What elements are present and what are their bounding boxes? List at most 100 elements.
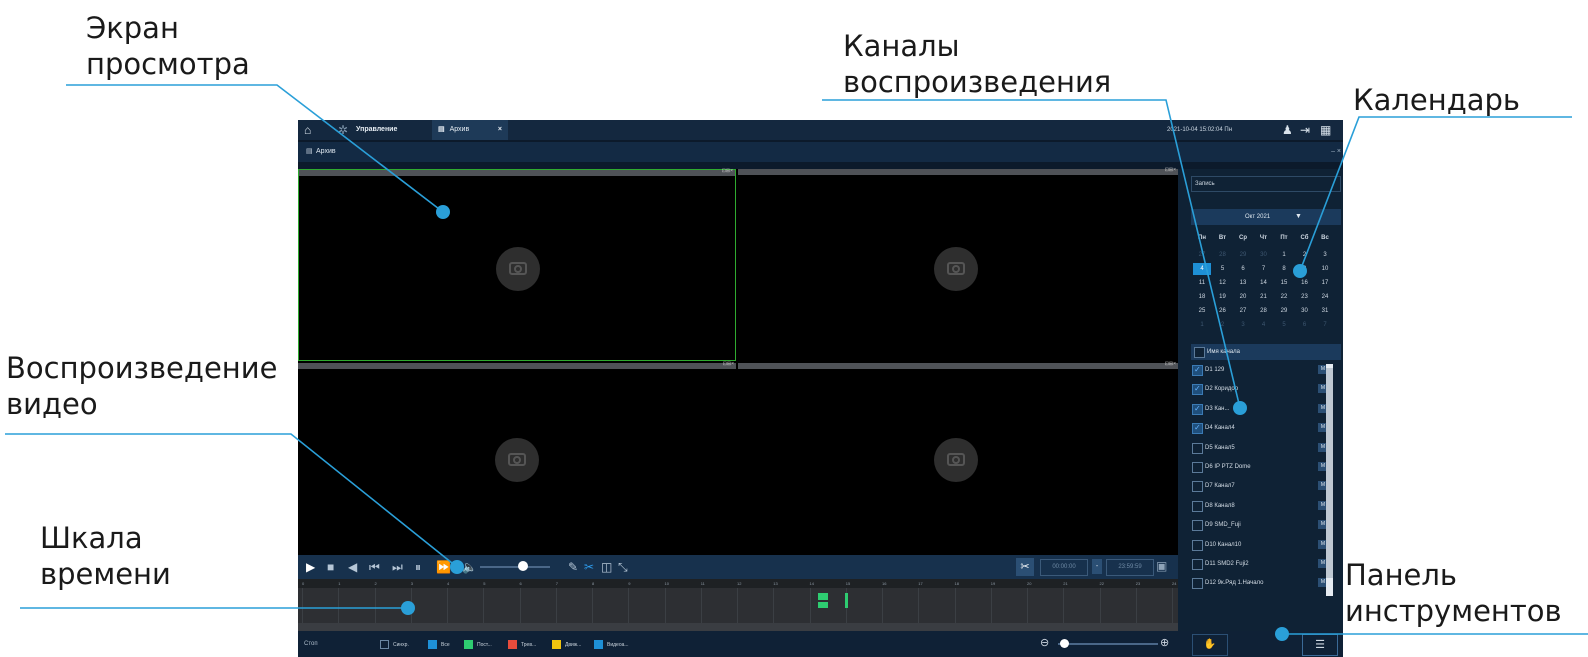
pin-icon[interactable]: ✎ — [568, 559, 578, 575]
channel-checkbox[interactable] — [1192, 520, 1203, 532]
calendar-day[interactable]: 21 — [1255, 291, 1273, 303]
reverse-icon[interactable]: ◀ — [348, 559, 357, 575]
channel-row[interactable]: D7 Канал7 M — [1192, 477, 1342, 495]
calendar-day[interactable]: 20 — [1234, 291, 1252, 303]
view-pane-1[interactable]: ⊡⊞× — [298, 168, 736, 361]
calendar-day[interactable]: 16 — [1296, 277, 1314, 289]
zoom-out-icon[interactable]: ⊖ — [1040, 636, 1049, 649]
view-pane-4[interactable]: ⊡⊞× — [738, 361, 1178, 555]
channel-checkbox[interactable] — [1192, 462, 1203, 473]
scissors-icon[interactable]: ✂ — [1016, 558, 1034, 576]
zoom-knob[interactable] — [1060, 639, 1069, 648]
calendar-day[interactable]: 22 — [1275, 291, 1293, 303]
legend-analytics[interactable]: Видеоа... — [594, 639, 629, 651]
calendar-day[interactable]: 12 — [1214, 277, 1232, 289]
channel-row[interactable]: ✓ D2 Коридор M — [1192, 380, 1342, 398]
calendar-day[interactable]: 9 — [1296, 263, 1314, 275]
legend-alarm[interactable]: Трев... — [508, 639, 536, 651]
calendar-day[interactable]: 30 — [1255, 249, 1273, 261]
volume-icon[interactable]: 🔈 — [462, 559, 477, 575]
record-type-select[interactable]: Запись — [1191, 176, 1341, 192]
channel-row[interactable]: D12 9к.Ряд 1.Начало M — [1192, 574, 1342, 592]
channel-checkbox[interactable] — [1192, 578, 1203, 590]
calendar-day[interactable]: 29 — [1275, 305, 1293, 317]
chevron-down-icon[interactable]: ▼ — [1295, 209, 1302, 225]
calendar-day[interactable]: 28 — [1255, 305, 1273, 317]
tag-icon[interactable]: ✋ — [1192, 634, 1228, 656]
calendar-day[interactable]: 8 — [1275, 263, 1293, 275]
calendar-day[interactable]: 13 — [1234, 277, 1252, 289]
select-all-checkbox[interactable] — [1194, 347, 1205, 358]
legend-constant[interactable]: Пост... — [464, 639, 492, 651]
pane-tools[interactable]: ⊡⊞× — [723, 361, 734, 367]
tab-close-icon[interactable]: × — [498, 120, 502, 140]
scrollbar-thumb[interactable] — [1326, 368, 1333, 578]
calendar-day[interactable]: 18 — [1193, 291, 1211, 303]
zoom-slider[interactable] — [1058, 639, 1158, 648]
calendar-day[interactable]: 3 — [1234, 319, 1252, 331]
logout-icon[interactable]: ⇥ — [1300, 123, 1310, 137]
calendar-day[interactable]: 7 — [1255, 263, 1273, 275]
view-pane-2[interactable]: ⊡⊞× — [738, 167, 1178, 361]
calendar-day[interactable]: 27 — [1234, 305, 1252, 317]
user-icon[interactable]: ♟ — [1282, 123, 1293, 137]
calendar-day[interactable]: 2 — [1214, 319, 1232, 331]
calendar-day[interactable]: 25 — [1193, 305, 1211, 317]
calendar-day[interactable]: 29 — [1234, 249, 1252, 261]
legend-all[interactable]: Все — [428, 639, 450, 651]
calendar-day[interactable]: 2 — [1296, 249, 1314, 261]
qr-icon[interactable]: ▦ — [1320, 123, 1331, 137]
channel-row[interactable]: ✓ D1 129 M — [1192, 361, 1342, 379]
channel-checkbox[interactable]: ✓ — [1192, 384, 1203, 396]
next-icon[interactable]: ⏭ — [392, 559, 403, 575]
calendar-day[interactable]: 11 — [1193, 277, 1211, 289]
channel-checkbox[interactable] — [1192, 500, 1203, 512]
channel-checkbox[interactable] — [1192, 539, 1203, 551]
calendar-day[interactable]: 5 — [1214, 263, 1232, 275]
prev-icon[interactable]: ⏮ — [369, 559, 380, 575]
channel-checkbox[interactable]: ✓ — [1192, 365, 1203, 376]
channel-checkbox[interactable]: ✓ — [1192, 423, 1203, 435]
snapshot-icon[interactable]: ◫ — [601, 559, 612, 575]
channel-row[interactable]: ✓ D3 Кан... M — [1192, 400, 1342, 418]
calendar-day[interactable]: 26 — [1214, 305, 1232, 317]
channel-checkbox[interactable] — [1192, 481, 1203, 493]
clip-end-time[interactable]: 23:59:59 — [1106, 559, 1154, 576]
calendar-day[interactable]: 10 — [1316, 263, 1334, 275]
calendar-day[interactable]: 6 — [1296, 319, 1314, 331]
channel-checkbox[interactable]: ✓ — [1192, 403, 1203, 415]
calendar-day[interactable]: 1 — [1193, 319, 1211, 331]
calendar-day[interactable]: 14 — [1255, 277, 1273, 289]
slow-icon[interactable]: ⏸ — [415, 559, 421, 575]
legend-motion[interactable]: Движ... — [552, 639, 581, 651]
fullscreen-icon[interactable]: ⤡ — [618, 559, 628, 575]
clip-icon[interactable]: ✂ — [584, 559, 594, 575]
calendar-day[interactable]: 3 — [1316, 249, 1334, 261]
tab-manage[interactable]: Управление — [356, 120, 426, 140]
timeline[interactable]: 0 1 2 3 4 5 6 7 8 9 10 11 12 13 14 15 16 17 18 19 20 21 22 23 24 — [298, 579, 1178, 631]
calendar-day[interactable]: 28 — [1214, 249, 1232, 261]
stop-icon[interactable]: ■ — [327, 559, 334, 575]
clip-start-time[interactable]: 00:00:00 — [1040, 559, 1088, 576]
record-segment[interactable] — [818, 602, 828, 608]
calendar-day[interactable]: 4 — [1193, 263, 1211, 275]
channel-row[interactable]: D5 Канал5 M — [1192, 439, 1342, 457]
list-icon[interactable]: ☰ — [1302, 634, 1338, 656]
zoom-in-icon[interactable]: ⊕ — [1160, 636, 1169, 649]
channel-scrollbar[interactable] — [1326, 364, 1333, 596]
home-icon[interactable]: ⌂ — [304, 123, 311, 137]
calendar-day[interactable]: 1 — [1275, 249, 1293, 261]
calendar-day[interactable]: 31 — [1316, 305, 1334, 317]
channel-checkbox[interactable] — [1192, 442, 1203, 454]
fast-icon[interactable]: ⏩ — [436, 559, 451, 575]
window-controls[interactable]: – × — [1331, 142, 1341, 162]
calendar-day[interactable]: 27 — [1193, 249, 1211, 261]
channel-row[interactable]: D8 Канал8 M — [1192, 497, 1342, 515]
channel-row[interactable]: D10 Канал10 M — [1192, 536, 1342, 554]
calendar-day[interactable]: 24 — [1316, 291, 1334, 303]
channel-row[interactable]: ✓ D4 Канал4 M — [1192, 419, 1342, 437]
view-pane-3[interactable]: ⊡⊞× — [298, 361, 736, 555]
calendar-day[interactable]: 6 — [1234, 263, 1252, 275]
calendar-day[interactable]: 4 — [1255, 319, 1273, 331]
calendar-day[interactable]: 30 — [1296, 305, 1314, 317]
